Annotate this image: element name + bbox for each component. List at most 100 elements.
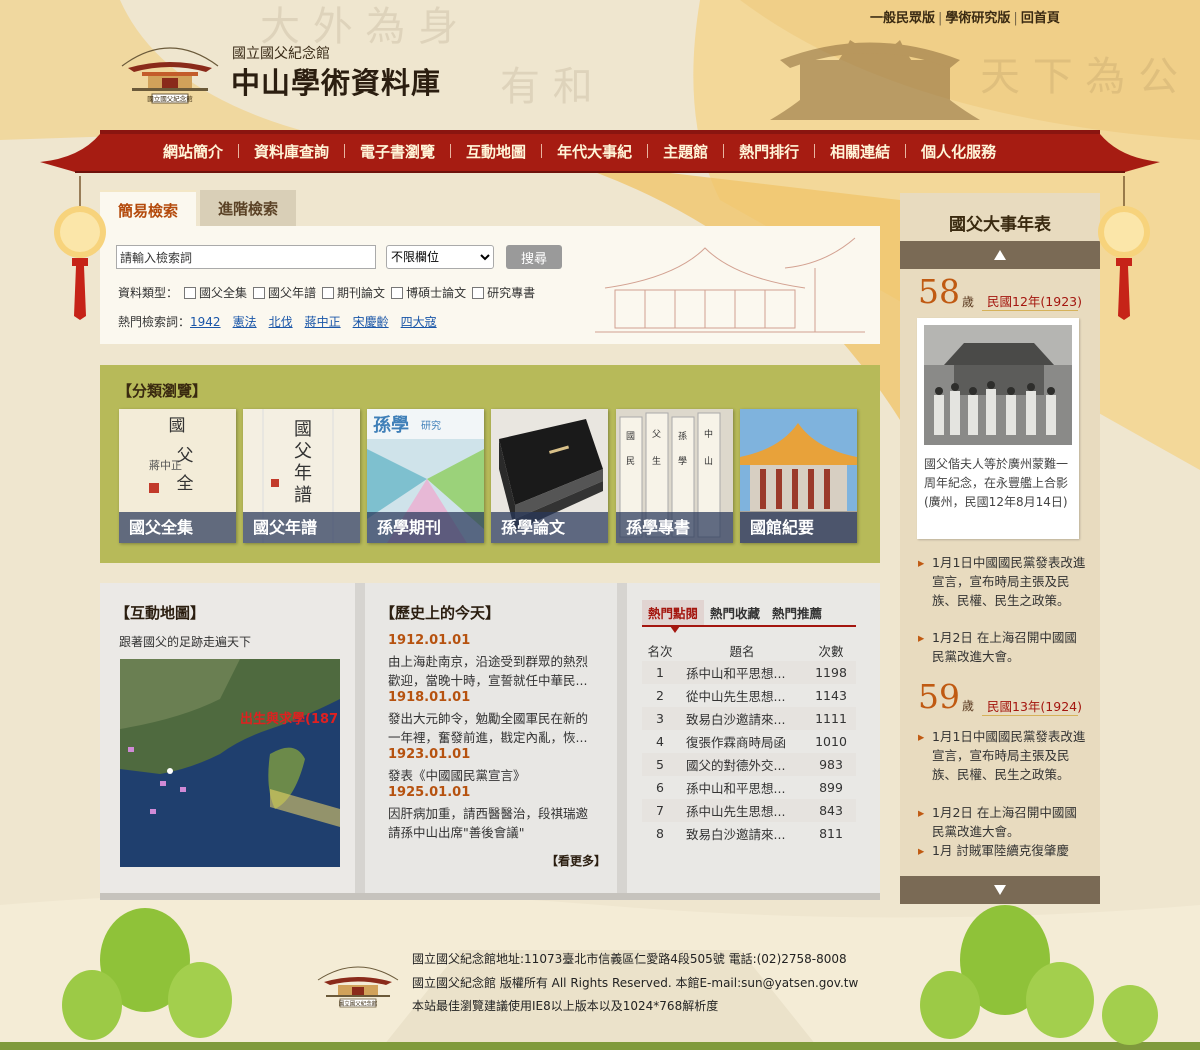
search-tabs: 簡易檢索 進階檢索 xyxy=(100,190,297,228)
table-row[interactable]: 6 孫中山和平思想... 899 xyxy=(642,776,856,799)
type-checkbox-thesis[interactable] xyxy=(391,286,404,299)
category-thesis[interactable]: 孫學論文 xyxy=(491,409,608,543)
ranking-tabs: 熱門點閱 熱門收藏 熱門推薦 xyxy=(642,600,856,627)
timeline-event[interactable]: 1月1日中國國民黨發表改進宣言，宣布時局主張及民族、民權、民生之政策。 xyxy=(918,553,1086,610)
academic-version-link[interactable]: 學術研究版 xyxy=(945,11,1010,26)
svg-text:國: 國 xyxy=(169,416,186,436)
timeline-event[interactable]: 1月2日 在上海召開中國國民黨改進大會。 xyxy=(918,628,1086,666)
type-checkbox-complete-works[interactable] xyxy=(184,286,197,299)
timeline-year[interactable]: 民國12年(1923) xyxy=(987,291,1082,310)
history-text[interactable]: 由上海赴南京，沿途受到群眾的熱烈 歡迎，當晚十時，宣誓就任中華民... xyxy=(388,652,600,690)
hot-keyword[interactable]: 1942 xyxy=(190,315,221,329)
svg-text:國立國父紀念館: 國立國父紀念館 xyxy=(339,1000,378,1008)
table-row[interactable]: 7 孫中山先生思想... 843 xyxy=(642,799,856,822)
svg-text:孫: 孫 xyxy=(678,430,687,442)
type-label-monograph: 研究專書 xyxy=(487,286,536,300)
interactive-map-image[interactable]: 出生與求學(187 xyxy=(120,659,340,867)
tab-simple-search[interactable]: 簡易檢索 xyxy=(100,190,197,228)
arrow-down-icon xyxy=(994,885,1006,895)
map-overlay-label: 出生與求學(187 xyxy=(240,711,338,727)
history-text[interactable]: 發表《中國國民黨宣言》 xyxy=(388,766,600,785)
active-tab-pointer-icon xyxy=(670,626,680,633)
map-title: 【互動地圖】 xyxy=(115,604,206,622)
table-row[interactable]: 3 致易白沙邀請來... 1111 xyxy=(642,707,856,730)
table-row[interactable]: 4 復張作霖商時局函 1010 xyxy=(642,730,856,753)
history-more-link[interactable]: 【看更多】 xyxy=(546,852,606,869)
public-version-link[interactable]: 一般民眾版 xyxy=(870,11,935,26)
nav-site-intro[interactable]: 網站簡介 xyxy=(148,141,238,162)
category-museum-record[interactable]: 國館紀要 xyxy=(740,409,857,543)
type-label-thesis: 博碩士論文 xyxy=(406,286,467,300)
nav-ebook[interactable]: 電子書瀏覽 xyxy=(345,141,450,162)
footer-address: 國立國父紀念館地址:11073臺北市信義區仁愛路4段505號 電話:(02)27… xyxy=(412,952,847,966)
category-label: 國父年譜 xyxy=(243,512,360,543)
table-row[interactable]: 5 國父的對德外交... 983 xyxy=(642,753,856,776)
field-select[interactable]: 不限欄位 xyxy=(386,245,494,269)
timeline-event[interactable]: 1月 討賊軍陸續克復肇慶 xyxy=(918,841,1086,860)
type-checkbox-monograph[interactable] xyxy=(472,286,485,299)
category-journal[interactable]: 孫學 研究 孫學期刊 xyxy=(367,409,484,543)
nav-personal[interactable]: 個人化服務 xyxy=(906,141,1011,162)
svg-text:孫學: 孫學 xyxy=(373,414,409,436)
nav-chronology[interactable]: 年代大事紀 xyxy=(542,141,647,162)
category-monograph[interactable]: 國 父 孫 中 民 生 學 山 孫學專書 xyxy=(616,409,733,543)
nav-interactive-map[interactable]: 互動地圖 xyxy=(451,141,541,162)
svg-text:有 和: 有 和 xyxy=(500,64,593,110)
hot-keywords: 熱門檢索詞：1942 憲法 北伐 蔣中正 宋慶齡 四大寇 xyxy=(118,313,449,330)
tab-popular-views[interactable]: 熱門點閱 xyxy=(642,600,705,625)
col-count: 次數 xyxy=(818,644,844,659)
history-date[interactable]: 1923.01.01 xyxy=(388,747,470,762)
history-text[interactable]: 因肝病加重，請西醫醫治，段祺瑞邀 請孫中山出席"善後會議" xyxy=(388,804,600,842)
svg-text:研究: 研究 xyxy=(421,419,441,432)
nav-ranking[interactable]: 熱門排行 xyxy=(724,141,814,162)
history-date[interactable]: 1918.01.01 xyxy=(388,690,470,705)
history-date[interactable]: 1912.01.01 xyxy=(388,633,470,648)
museum-logo-emblem[interactable]: 國立國父紀念館 xyxy=(118,38,222,104)
tab-popular-recommend[interactable]: 熱門推薦 xyxy=(766,600,828,625)
history-title: 【歷史上的今天】 xyxy=(380,604,501,622)
top-links: 一般民眾版 | 學術研究版 | 回首頁 xyxy=(870,11,1060,26)
timeline-age-unit: 歲 xyxy=(962,295,975,309)
table-row[interactable]: 8 致易白沙邀請來... 811 xyxy=(642,822,856,845)
svg-text:生: 生 xyxy=(652,455,661,467)
ranking-table: 名次 題名 次數 1 孫中山和平思想... 1198 2 從中山先生思想... 1143… xyxy=(642,640,856,845)
nav-database-query[interactable]: 資料庫查詢 xyxy=(239,141,344,162)
table-row[interactable]: 2 從中山先生思想... 1143 xyxy=(642,684,856,707)
timeline-title: 國父大事年表 xyxy=(949,215,1051,235)
category-label: 國館紀要 xyxy=(740,512,857,543)
arrow-up-icon xyxy=(994,250,1006,260)
history-date[interactable]: 1925.01.01 xyxy=(388,785,470,800)
hot-keyword[interactable]: 宋慶齡 xyxy=(353,315,389,329)
tab-advanced-search[interactable]: 進階檢索 xyxy=(200,190,297,226)
category-chronicle[interactable]: 國 父 年 譜 國父年譜 xyxy=(243,409,360,543)
nav-theme[interactable]: 主題館 xyxy=(648,141,723,162)
type-checkbox-journal[interactable] xyxy=(322,286,335,299)
timeline-year[interactable]: 民國13年(1924) xyxy=(987,696,1082,715)
timeline-event[interactable]: 1月2日 在上海召開中國國民黨改進大會。 xyxy=(918,803,1086,841)
timeline-scroll-down-button[interactable] xyxy=(900,876,1100,904)
timeline-event[interactable]: 1月1日中國國民黨發表改進宣言，宣布時局主張及民族、民權、民生之政策。 xyxy=(918,727,1086,784)
hot-keyword[interactable]: 憲法 xyxy=(233,315,257,329)
hot-keyword[interactable]: 四大寇 xyxy=(401,315,437,329)
history-text[interactable]: 發出大元帥令，勉勵全國軍民在新的 一年裡，奮發前進，戡定內亂，恢... xyxy=(388,709,600,747)
nav-links[interactable]: 相關連結 xyxy=(815,141,905,162)
table-row[interactable]: 1 孫中山和平思想... 1198 xyxy=(642,661,856,684)
type-label-journal: 期刊論文 xyxy=(337,286,386,300)
search-input[interactable] xyxy=(116,245,376,269)
category-label: 孫學專書 xyxy=(616,512,733,543)
category-complete-works[interactable]: 國 父 全 蔣中正 國父全集 xyxy=(119,409,236,543)
home-link[interactable]: 回首頁 xyxy=(1021,11,1060,26)
search-button[interactable]: 搜尋 xyxy=(506,245,562,269)
hot-keyword[interactable]: 蔣中正 xyxy=(305,315,341,329)
category-title: 【分類瀏覽】 xyxy=(117,382,208,400)
site-title[interactable]: 中山學術資料庫 xyxy=(231,60,441,102)
svg-text:父: 父 xyxy=(294,441,312,462)
type-checkbox-chronicle[interactable] xyxy=(253,286,266,299)
category-label: 孫學論文 xyxy=(491,512,608,543)
col-rank: 名次 xyxy=(647,644,673,659)
footer-browser-note: 本站最佳瀏覽建議使用IE8以上版本以及1024*768解析度 xyxy=(412,999,719,1013)
timeline-scroll-up-button[interactable] xyxy=(900,241,1100,269)
category-label: 國父全集 xyxy=(119,512,236,543)
hot-keyword[interactable]: 北伐 xyxy=(269,315,293,329)
tab-popular-favorites[interactable]: 熱門收藏 xyxy=(704,600,766,625)
